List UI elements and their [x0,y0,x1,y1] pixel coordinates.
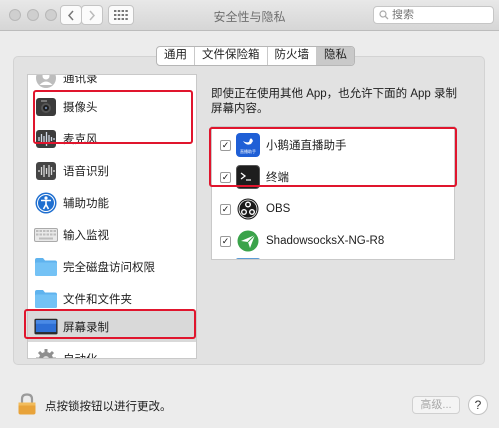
sidebar-item-microphone[interactable]: 麦克风 [28,123,196,154]
list-item[interactable]: ✓ 终端 [212,161,454,193]
sidebar-item-label: 语音识别 [63,165,109,178]
partial-app-icon [236,258,260,259]
sidebar-item-label: 辅助功能 [63,197,109,210]
search-field[interactable] [373,6,494,24]
app-checkbox[interactable]: ✓ [220,171,231,183]
camera-icon [34,95,58,119]
app-name: 终端 [266,172,289,184]
app-name: ShadowsocksX-NG-R8 [266,235,385,247]
terminal-icon [236,165,260,189]
search-icon [379,10,389,20]
sidebar-item-label: 完全磁盘访问权限 [63,261,155,274]
tab-privacy[interactable]: 隐私 [317,47,354,65]
sidebar-item-label: 屏幕录制 [63,321,109,334]
microphone-icon [34,127,58,151]
folder-icon [34,287,58,311]
xiaoe-live-icon: 直播助手 [236,133,260,157]
sidebar-item-automation[interactable]: 自动化 [28,343,196,359]
obs-icon [236,197,260,221]
sidebar-item-full-disk-access[interactable]: 完全磁盘访问权限 [28,251,196,282]
search-input[interactable] [392,9,482,21]
gear-icon [34,347,58,358]
sidebar-item-label: 文件和文件夹 [63,293,132,306]
folder-icon [34,255,58,279]
sidebar-item-label: 通讯录 [63,74,98,85]
privacy-category-list[interactable]: 通讯录 摄像头 麦克风 语音识别 辅助功能 输入监视 完全磁盘访问权限 文件和文… [27,74,197,359]
screen-recording-description: 即使正在使用其他 App，也允许下面的 App 录制屏幕内容。 [211,88,458,115]
lock-hint-text: 点按锁按钮以进行更改。 [45,401,172,413]
list-item[interactable]: ✓ OBS [212,193,454,225]
sidebar-item-label: 自动化 [63,351,98,359]
help-button[interactable]: ? [468,395,488,415]
speech-recognition-icon [34,159,58,183]
lock-button[interactable] [17,393,37,415]
sidebar-item-label: 麦克风 [63,133,98,146]
app-name: OBS [266,203,291,215]
keyboard-icon [34,223,58,247]
sidebar-item-label: 摄像头 [63,101,98,114]
sidebar-item-speech-recognition[interactable]: 语音识别 [28,155,196,186]
tab-bar: 通用 文件保险箱 防火墙 隐私 [156,46,355,66]
tab-firewall[interactable]: 防火墙 [268,47,317,65]
list-item[interactable]: ✓ ShadowsocksX-NG-R8 [212,225,454,257]
app-checkbox[interactable]: ✓ [220,139,231,151]
tab-filevault[interactable]: 文件保险箱 [195,47,268,65]
icon-caption: 直播助手 [240,148,256,154]
title-bar: 安全性与隐私 [0,0,499,31]
sidebar-item-label: 输入监视 [63,229,109,242]
sidebar-item-camera[interactable]: 摄像头 [28,91,196,122]
display-icon [34,315,58,339]
app-checkbox[interactable]: ✓ [220,203,231,215]
lock-icon [18,393,36,415]
app-checkbox[interactable]: ✓ [220,235,231,247]
app-name: 小鹅通直播助手 [266,140,347,152]
accessibility-icon [34,191,58,215]
tab-general[interactable]: 通用 [157,47,195,65]
advanced-button[interactable]: 高级... [412,396,460,414]
contacts-icon [34,75,58,90]
app-list[interactable]: ✓ 直播助手 小鹅通直播助手 ✓ 终端 ✓ OBS ✓ ShadowsocksX… [211,126,455,260]
sidebar-item-input-monitoring[interactable]: 输入监视 [28,219,196,250]
shadowsocks-icon [236,229,260,253]
sidebar-item-files-and-folders[interactable]: 文件和文件夹 [28,283,196,314]
list-item[interactable]: ✓ 直播助手 小鹅通直播助手 [212,129,454,161]
sidebar-item-screen-recording[interactable]: 屏幕录制 [28,311,196,342]
sidebar-item-accessibility[interactable]: 辅助功能 [28,187,196,218]
